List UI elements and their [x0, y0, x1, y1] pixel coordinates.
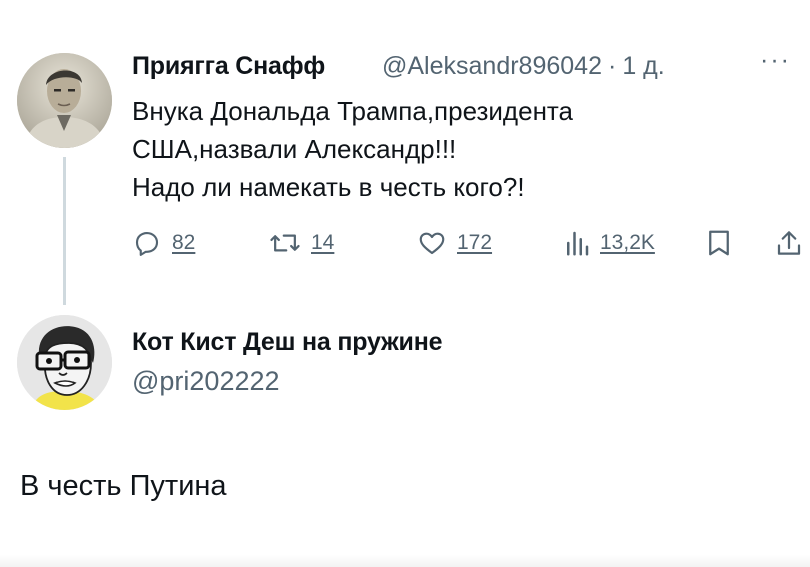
tweet-text: Внука Дональда Трампа,президента США,наз…	[132, 92, 573, 206]
thread-connector-line	[63, 157, 66, 305]
tweet-actions-bar: 82 14 172 13,2K	[132, 228, 810, 264]
like-button[interactable]: 172	[417, 228, 492, 258]
portrait-image	[17, 53, 112, 148]
like-icon	[419, 232, 445, 255]
author-handle[interactable]: @Aleksandr896042	[382, 52, 602, 81]
reply-count: 82	[172, 231, 196, 254]
tweet-text-line: Надо ли намекать в честь кого?!	[132, 172, 525, 202]
tweet-meta: @Aleksandr896042 · 1 д.	[382, 52, 665, 81]
views-button[interactable]: 13,2K	[564, 228, 655, 258]
share-button[interactable]	[774, 228, 804, 258]
retweet-button[interactable]: 14	[269, 228, 334, 258]
bookmark-icon	[709, 230, 729, 256]
retweet-count: 14	[311, 231, 335, 254]
more-options-icon[interactable]: ···	[760, 46, 791, 75]
tweet-text-line: Внука Дональда Трампа,президента	[132, 96, 573, 126]
reply-button[interactable]: 82	[132, 228, 195, 258]
reply-icon	[135, 231, 159, 256]
reply-author-handle[interactable]: @pri202222	[132, 366, 280, 397]
share-icon	[777, 231, 801, 255]
reply-author-avatar[interactable]	[17, 315, 112, 410]
tweet-timestamp[interactable]: 1 д.	[622, 52, 664, 81]
author-name[interactable]: Приягга Снафф	[132, 52, 325, 81]
reply-text: В честь Путина	[20, 470, 227, 502]
author-avatar[interactable]	[17, 53, 112, 148]
reply-author-name[interactable]: Кот Кист Деш на пружине	[132, 328, 443, 357]
bookmark-button[interactable]	[706, 228, 732, 258]
cartoon-face-image	[17, 315, 112, 410]
meta-separator: ·	[607, 52, 617, 80]
bottom-divider	[0, 555, 810, 567]
retweet-icon	[270, 234, 300, 252]
tweet-text-line: США,назвали Александр!!!	[132, 134, 457, 164]
like-count: 172	[457, 231, 493, 254]
views-icon	[567, 231, 589, 256]
views-count: 13,2K	[600, 231, 655, 254]
